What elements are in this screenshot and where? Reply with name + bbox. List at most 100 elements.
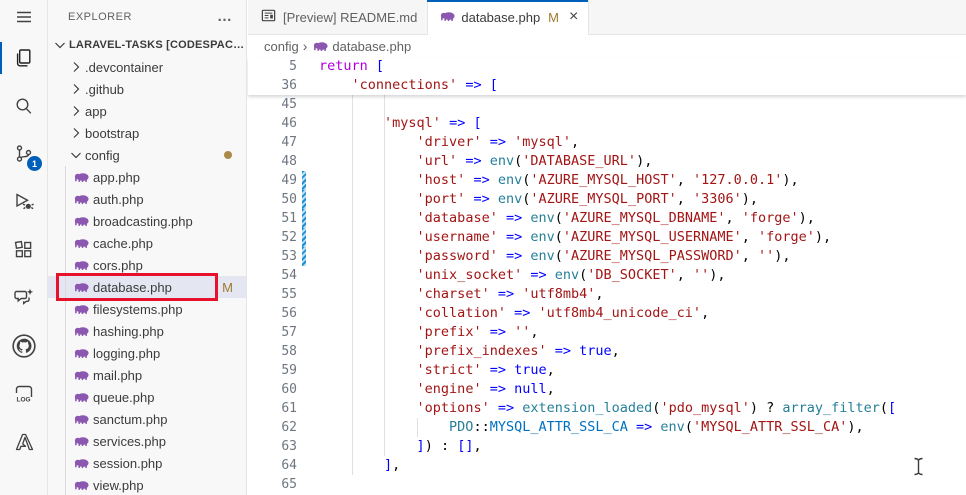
modified-change-marker (297, 209, 319, 228)
code-line[interactable]: 47 'driver' => 'mysql', (248, 133, 966, 152)
indent-guide (351, 95, 353, 475)
php-file-icon (74, 194, 93, 205)
gutter (297, 152, 319, 171)
tab-database-php[interactable]: database.php M × (427, 0, 590, 35)
file-item-sanctum-php[interactable]: sanctum.php (48, 408, 246, 430)
chat-icon (12, 286, 36, 310)
modified-change-marker (297, 228, 319, 247)
php-icon (440, 10, 455, 25)
line-number: 62 (281, 420, 297, 435)
run-and-debug-button[interactable] (0, 178, 48, 226)
github-button[interactable] (0, 322, 48, 370)
chat-button[interactable] (0, 274, 48, 322)
chevron-right-icon (68, 103, 85, 119)
file-item-broadcasting-php[interactable]: broadcasting.php (48, 210, 246, 232)
code-line[interactable]: 51 'database' => env('AZURE_MYSQL_DBNAME… (248, 209, 966, 228)
breadcrumb-item-config[interactable]: config (264, 39, 299, 54)
code-line[interactable]: 61 'options' => extension_loaded('pdo_my… (248, 399, 966, 418)
code-line[interactable]: 65 (248, 475, 966, 494)
file-item-view-php[interactable]: view.php (48, 474, 246, 495)
breadcrumb-item-database-php[interactable]: database.php (332, 39, 411, 54)
line-number: 36 (281, 78, 297, 93)
file-item-app-php[interactable]: app.php (48, 166, 246, 188)
search-icon (12, 94, 36, 118)
search-button[interactable] (0, 82, 48, 130)
activity-bar: 1 LOG (0, 0, 48, 495)
code-line[interactable]: 48 'url' => env('DATABASE_URL'), (248, 152, 966, 171)
item-label: view.php (93, 477, 144, 493)
code-line[interactable]: 5 return [ (248, 57, 966, 76)
code-line[interactable]: 58 'prefix_indexes' => true, (248, 342, 966, 361)
line-number: 55 (281, 287, 297, 302)
sticky-scroll[interactable]: 5 return [36 'connections' => [ (248, 57, 966, 95)
extensions-button[interactable] (0, 226, 48, 274)
code-line[interactable]: 53 'password' => env('AZURE_MYSQL_PASSWO… (248, 247, 966, 266)
folder-item-app[interactable]: app (48, 100, 246, 122)
tab-label: [Preview] README.md (283, 9, 418, 25)
file-item-filesystems-php[interactable]: filesystems.php (48, 298, 246, 320)
item-label: app.php (93, 169, 140, 185)
code-line[interactable]: 62 PDO::MYSQL_ATTR_SSL_CA => env('MYSQL_… (248, 418, 966, 437)
file-item-auth-php[interactable]: auth.php (48, 188, 246, 210)
debug-icon (12, 190, 36, 214)
explorer-sidebar: EXPLORER … LARAVEL-TASKS [CODESPACES: ..… (48, 0, 247, 495)
php-file-icon (74, 436, 93, 447)
azure-logs-button[interactable]: LOG (0, 370, 48, 418)
folder-item-bootstrap[interactable]: bootstrap (48, 122, 246, 144)
editor-group: [Preview] README.md database.php M × config… (248, 0, 966, 495)
file-item-mail-php[interactable]: mail.php (48, 364, 246, 386)
code-line[interactable]: 56 'collation' => 'utf8mb4_unicode_ci', (248, 304, 966, 323)
folder-item-devcontainer[interactable]: .devcontainer (48, 56, 246, 78)
line-number: 64 (281, 458, 297, 473)
project-root-laravel-tasks-codespaces[interactable]: LARAVEL-TASKS [CODESPACES: ... (48, 34, 246, 56)
file-item-queue-php[interactable]: queue.php (48, 386, 246, 408)
file-tree: LARAVEL-TASKS [CODESPACES: ... .devcontai… (48, 34, 246, 495)
file-item-cache-php[interactable]: cache.php (48, 232, 246, 254)
menu-button[interactable] (0, 0, 48, 34)
line-number: 50 (281, 192, 297, 207)
gutter (297, 133, 319, 152)
file-item-logging-php[interactable]: logging.php (48, 342, 246, 364)
code-line[interactable]: 50 'port' => env('AZURE_MYSQL_PORT', '33… (248, 190, 966, 209)
close-icon[interactable]: × (569, 9, 578, 25)
code-line[interactable]: 59 'strict' => true, (248, 361, 966, 380)
code-line[interactable]: 54 'unix_socket' => env('DB_SOCKET', '')… (248, 266, 966, 285)
code-text: 'mysql' => [ (384, 115, 482, 131)
folder-item-github[interactable]: .github (48, 78, 246, 100)
tab-preview-readme-md[interactable]: [Preview] README.md (248, 0, 429, 34)
gutter (297, 361, 319, 380)
code-editor[interactable]: 5 return [36 'connections' => [ 45 46 'mys… (248, 57, 966, 495)
code-line[interactable]: 60 'engine' => null, (248, 380, 966, 399)
file-item-session-php[interactable]: session.php (48, 452, 246, 474)
log-icon: LOG (11, 381, 37, 407)
code-lines[interactable]: 45 46 'mysql' => [47 'driver' => 'mysql',… (248, 95, 966, 494)
more-actions-icon[interactable]: … (217, 9, 232, 24)
code-line[interactable]: 64 ], (248, 456, 966, 475)
item-label: cors.php (93, 257, 143, 273)
code-line[interactable]: 46 'mysql' => [ (248, 114, 966, 133)
folder-item-config[interactable]: config (48, 144, 246, 166)
code-line[interactable]: 45 (248, 95, 966, 114)
code-line[interactable]: 49 'host' => env('AZURE_MYSQL_HOST', '12… (248, 171, 966, 190)
item-label: session.php (93, 455, 163, 471)
code-line[interactable]: 57 'prefix' => '', (248, 323, 966, 342)
extensions-icon (12, 238, 36, 262)
item-label: queue.php (93, 389, 155, 405)
code-line[interactable]: 55 'charset' => 'utf8mb4', (248, 285, 966, 304)
files-icon (12, 46, 36, 70)
code-line[interactable]: 63 ]) : [], (248, 437, 966, 456)
php-file-icon (74, 260, 93, 271)
file-item-services-php[interactable]: services.php (48, 430, 246, 452)
file-item-cors-php[interactable]: cors.php (48, 254, 246, 276)
explorer-button[interactable] (0, 34, 48, 82)
line-number: 57 (281, 325, 297, 340)
code-line[interactable]: 52 'username' => env('AZURE_MYSQL_USERNA… (248, 228, 966, 247)
chevron-down-icon (68, 147, 85, 163)
code-line[interactable]: 36 'connections' => [ (248, 76, 966, 95)
php-file-icon (74, 282, 93, 293)
file-item-hashing-php[interactable]: hashing.php (48, 320, 246, 342)
file-item-database-php[interactable]: database.php M (48, 276, 246, 298)
azure-button[interactable] (0, 418, 48, 466)
source-control-button[interactable]: 1 (0, 130, 48, 178)
gutter (297, 399, 319, 418)
